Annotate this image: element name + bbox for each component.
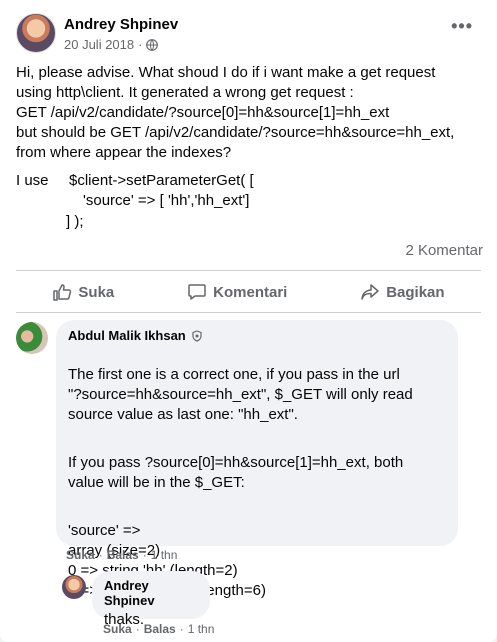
post-date[interactable]: 20 Juli 2018 xyxy=(64,37,134,52)
comment-time[interactable]: 1 thn xyxy=(188,622,215,636)
post-card: Andrey Shpinev 20 Juli 2018 · ••• Hi, pl… xyxy=(0,0,497,642)
thumbs-up-icon xyxy=(53,284,72,301)
post-line: using http\client. It generated a wrong … xyxy=(16,84,354,101)
post-body: Hi, please advise. What shoud I do if i … xyxy=(16,63,486,163)
post-line: GET /api/v2/candidate/?source[0]=hh&sour… xyxy=(16,104,390,121)
comment-author[interactable]: Abdul Malik Ikhsan xyxy=(68,328,446,343)
like-button[interactable]: Suka xyxy=(52,282,114,302)
comment-reply-link[interactable]: Balas xyxy=(144,622,176,636)
comment-button[interactable]: Komentari xyxy=(187,282,287,302)
dot-separator: · xyxy=(135,622,140,636)
comment-author-name[interactable]: Andrey Shpinev xyxy=(104,578,198,608)
share-arrow-icon xyxy=(361,284,379,300)
dot-separator: · xyxy=(142,548,147,562)
comment-label: Komentari xyxy=(213,283,288,301)
code-label: I use xyxy=(16,172,49,189)
avatar[interactable] xyxy=(62,575,86,599)
avatar[interactable] xyxy=(16,322,48,354)
meta-separator: · xyxy=(138,37,143,52)
share-label: Bagikan xyxy=(386,283,445,301)
dot-separator: · xyxy=(98,548,103,562)
comment-author-name[interactable]: Abdul Malik Ikhsan xyxy=(68,328,186,343)
post-line: but should be GET /api/v2/candidate/?sou… xyxy=(16,124,455,141)
globe-icon[interactable] xyxy=(146,38,159,51)
code-line: 'source' => [ 'hh','hh_ext'] xyxy=(83,192,250,209)
divider xyxy=(16,270,481,271)
post-meta: 20 Juli 2018 · xyxy=(64,37,159,52)
comment-reply-link[interactable]: Balas xyxy=(107,548,139,562)
code-line: ] ); xyxy=(66,213,84,230)
code-line: $client->setParameterGet( [ xyxy=(69,172,254,189)
more-horizontal-icon[interactable]: ••• xyxy=(451,17,473,35)
comment-like-link[interactable]: Suka xyxy=(66,548,95,562)
comment-time[interactable]: 1 thn xyxy=(151,548,178,562)
avatar[interactable] xyxy=(16,13,56,53)
comment-bubble: Andrey Shpinev thaks. xyxy=(92,571,210,628)
like-label: Suka xyxy=(78,283,115,301)
comments-count[interactable]: 2 Komentar xyxy=(405,242,483,259)
post-line: from where appear the indexes? xyxy=(16,144,232,161)
comment-author[interactable]: Andrey Shpinev xyxy=(104,578,198,608)
dot-separator: · xyxy=(179,622,184,636)
post-author[interactable]: Andrey Shpinev xyxy=(64,16,178,33)
comment-paragraph: The first one is a correct one, if you p… xyxy=(68,366,413,423)
comment-paragraph: If you pass ?source[0]=hh&source[1]=hh_e… xyxy=(68,454,404,491)
comment-like-link[interactable]: Suka xyxy=(103,622,132,636)
comment-actions: Suka · Balas · 1 thn xyxy=(103,622,214,636)
speech-bubble-icon xyxy=(188,284,206,300)
action-bar: Suka Komentari Bagikan xyxy=(16,274,481,310)
share-button[interactable]: Bagikan xyxy=(360,282,445,302)
comment-actions: Suka · Balas · 1 thn xyxy=(66,548,177,562)
comment-bubble: Abdul Malik Ikhsan The first one is a co… xyxy=(56,320,458,599)
shield-icon xyxy=(192,329,202,342)
post-line: Hi, please advise. What shoud I do if i … xyxy=(16,64,436,81)
divider xyxy=(16,312,481,313)
